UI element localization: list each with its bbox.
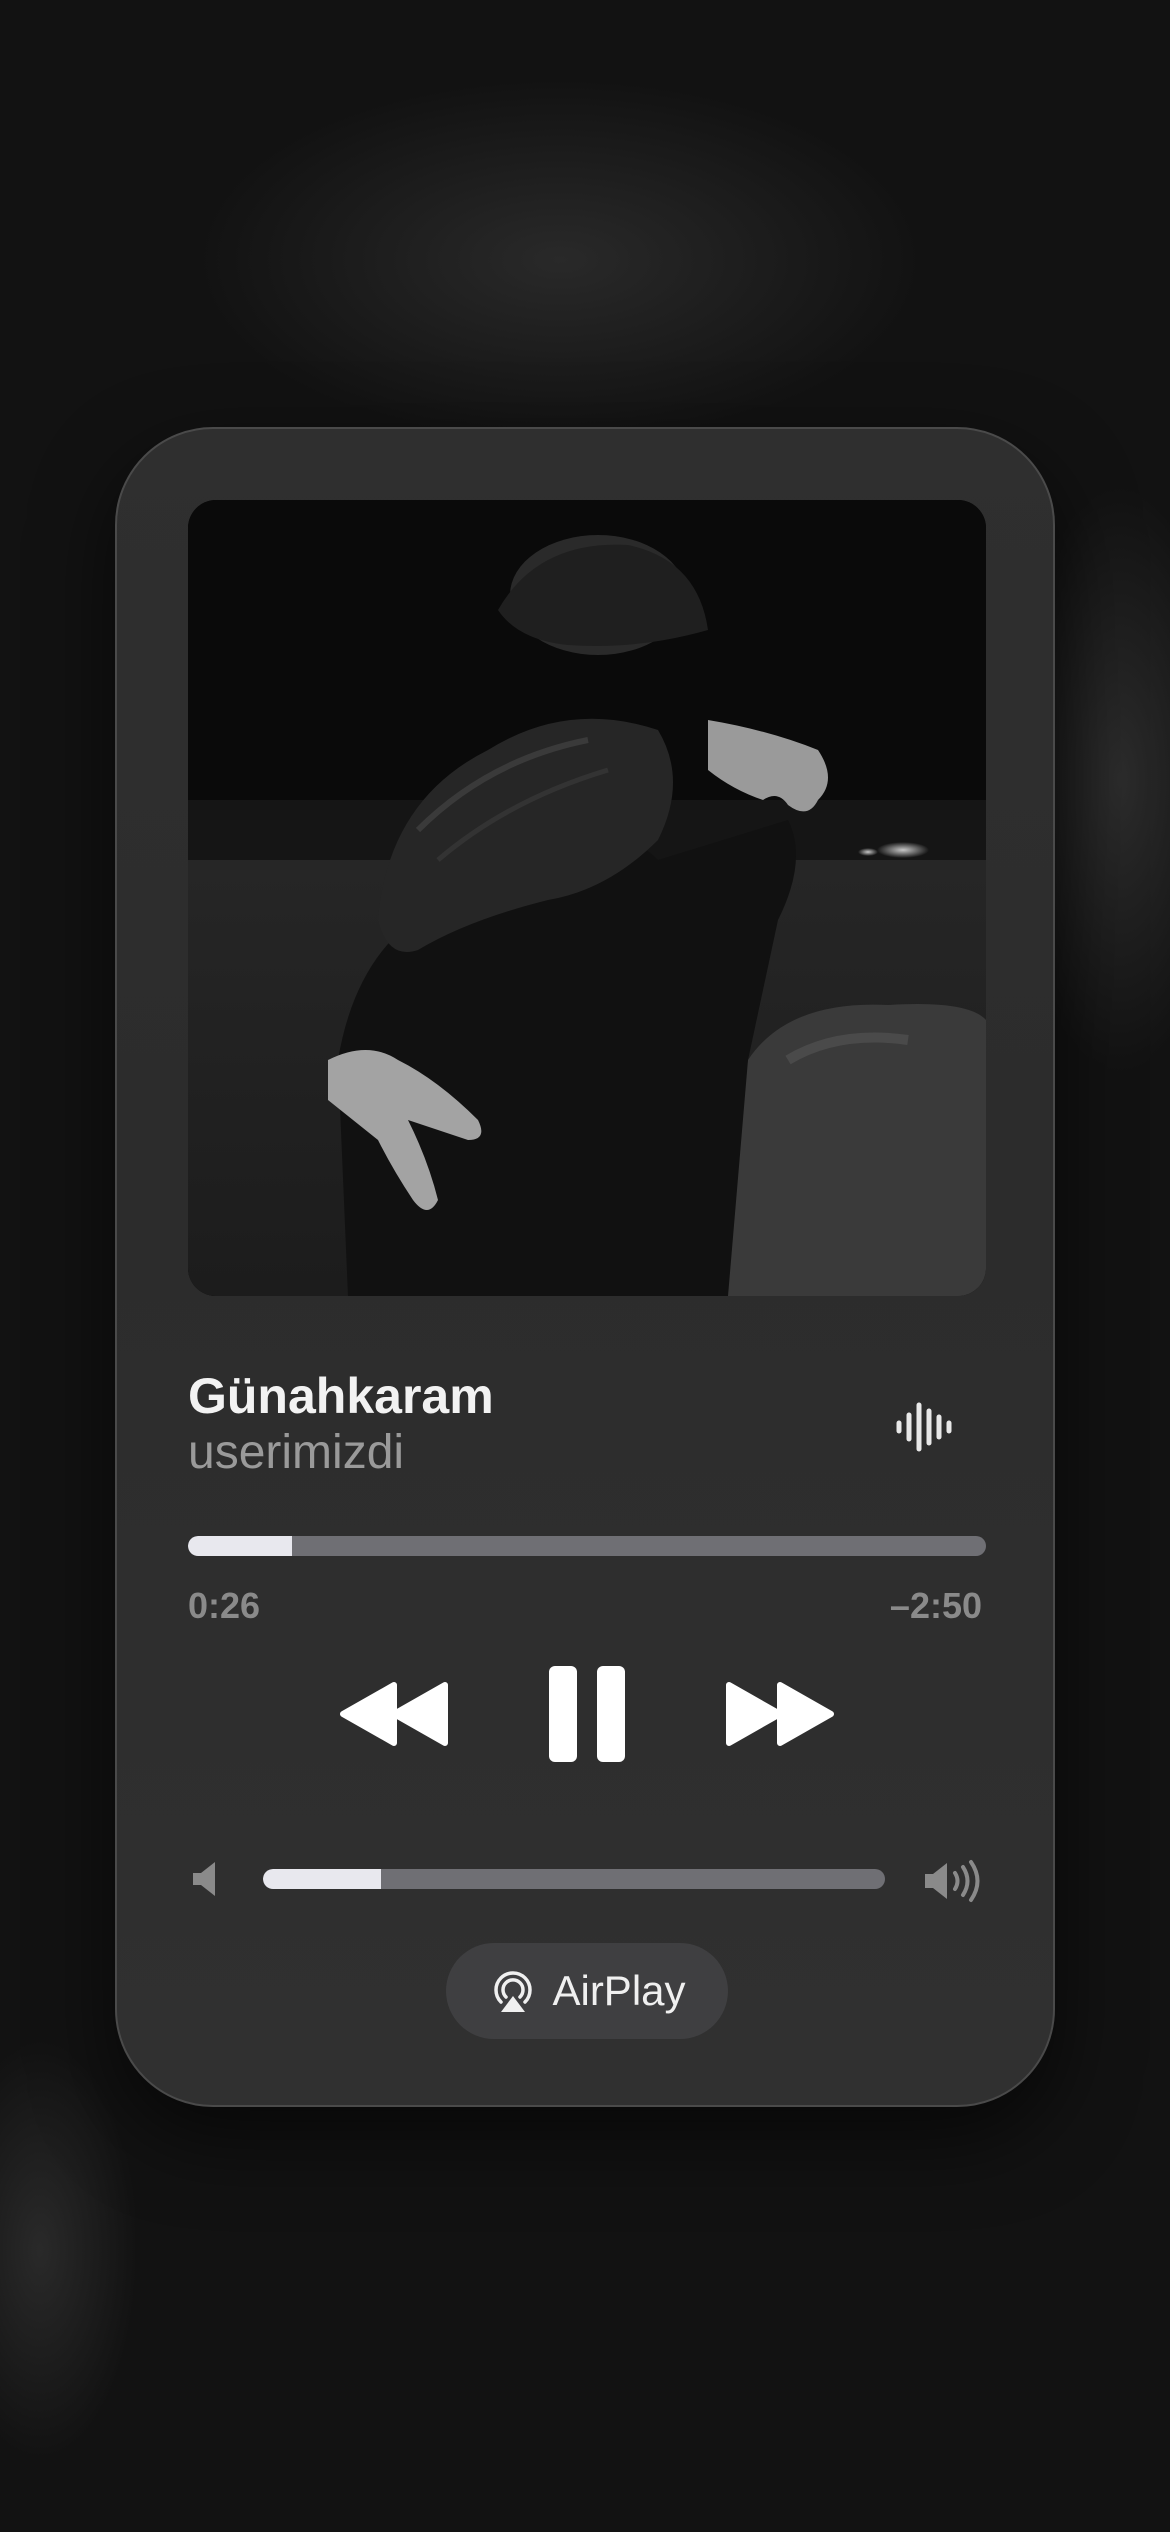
album-artwork bbox=[188, 500, 986, 1296]
volume-slider[interactable] bbox=[263, 1869, 885, 1889]
fast-forward-icon bbox=[726, 1682, 834, 1746]
waveform-icon[interactable] bbox=[893, 1395, 957, 1459]
rewind-button[interactable] bbox=[339, 1679, 449, 1749]
playback-progress-fill bbox=[188, 1536, 292, 1556]
fast-forward-button[interactable] bbox=[725, 1679, 835, 1749]
pause-icon bbox=[549, 1666, 625, 1762]
now-playing-card: Günahkaram userimizdi 0:26 –2:50 AirPlay bbox=[115, 427, 1055, 2107]
speaker-high-icon bbox=[923, 1859, 985, 1903]
airplay-button[interactable]: AirPlay bbox=[446, 1943, 728, 2039]
remaining-time: –2:50 bbox=[889, 1585, 982, 1626]
speaker-low-icon bbox=[191, 1859, 223, 1899]
rewind-icon bbox=[340, 1682, 448, 1746]
volume-fill bbox=[263, 1869, 382, 1889]
airplay-icon bbox=[494, 1971, 533, 2012]
track-artist[interactable]: userimizdi bbox=[188, 1425, 404, 1480]
playback-progress-slider[interactable] bbox=[188, 1536, 986, 1556]
airplay-label: AirPlay bbox=[552, 1967, 686, 2014]
elapsed-time: 0:26 bbox=[188, 1585, 261, 1626]
pause-button[interactable] bbox=[547, 1664, 627, 1764]
track-title: Günahkaram bbox=[188, 1368, 494, 1424]
